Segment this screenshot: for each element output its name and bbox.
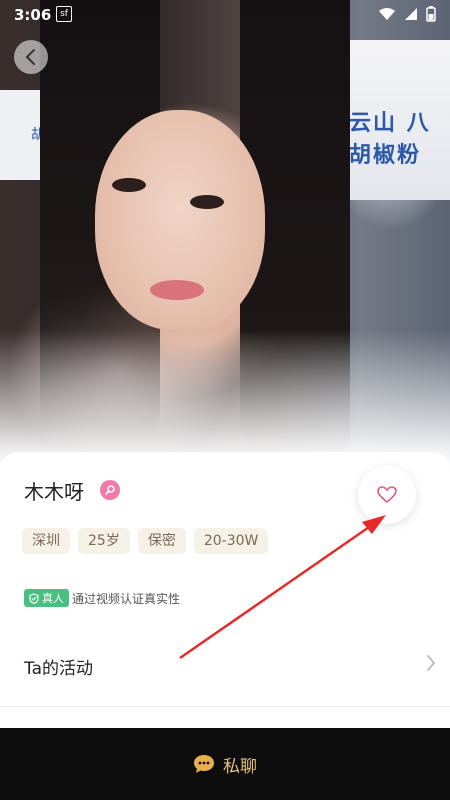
real-badge-label: 真人: [42, 592, 64, 605]
back-button[interactable]: [14, 40, 48, 74]
shield-check-icon: [29, 592, 39, 604]
status-icons: [378, 6, 436, 22]
search-badge-icon: [105, 485, 115, 495]
private-chat-label: 私聊: [223, 756, 257, 777]
wifi-icon: [379, 8, 395, 20]
tag-age: 25岁: [78, 528, 130, 554]
tag-location: 深圳: [22, 528, 70, 554]
tag-income: 20-30W: [193, 528, 269, 554]
real-description: 通过视频认证真实性: [72, 592, 181, 606]
tag-privacy: 保密: [137, 528, 186, 554]
chat-bubble-icon: [194, 755, 214, 773]
activity-row[interactable]: Ta的活动: [0, 640, 450, 692]
signal-icon: [405, 8, 417, 20]
private-chat-button[interactable]: 私聊: [0, 728, 450, 800]
chevron-left-icon: [25, 49, 35, 65]
activity-arrow: [426, 654, 436, 676]
status-time: 3:06: [14, 6, 52, 24]
battery-icon: [426, 6, 436, 22]
bottom-bar: 私聊: [0, 728, 450, 800]
chevron-right-icon: [427, 655, 436, 671]
like-button[interactable]: [358, 466, 416, 524]
left-eye: [112, 178, 146, 192]
activity-label: Ta的活动: [24, 659, 93, 679]
verify-badge[interactable]: [100, 480, 120, 500]
status-bar: 3:06 sf: [0, 0, 450, 30]
status-app-icon: sf: [56, 6, 72, 22]
right-eye: [190, 195, 224, 209]
heart-icon: [377, 486, 397, 504]
divider: [0, 706, 450, 707]
lips: [150, 280, 204, 300]
real-person-badge: 真人: [24, 589, 69, 607]
profile-photo: 日云山 八类胡椒粉 胡椒: [0, 0, 450, 470]
profile-tags: 深圳 25岁 保密 20-30W: [22, 528, 269, 554]
profile-name: 木木呀: [24, 480, 84, 504]
photo-fade: [0, 330, 450, 470]
